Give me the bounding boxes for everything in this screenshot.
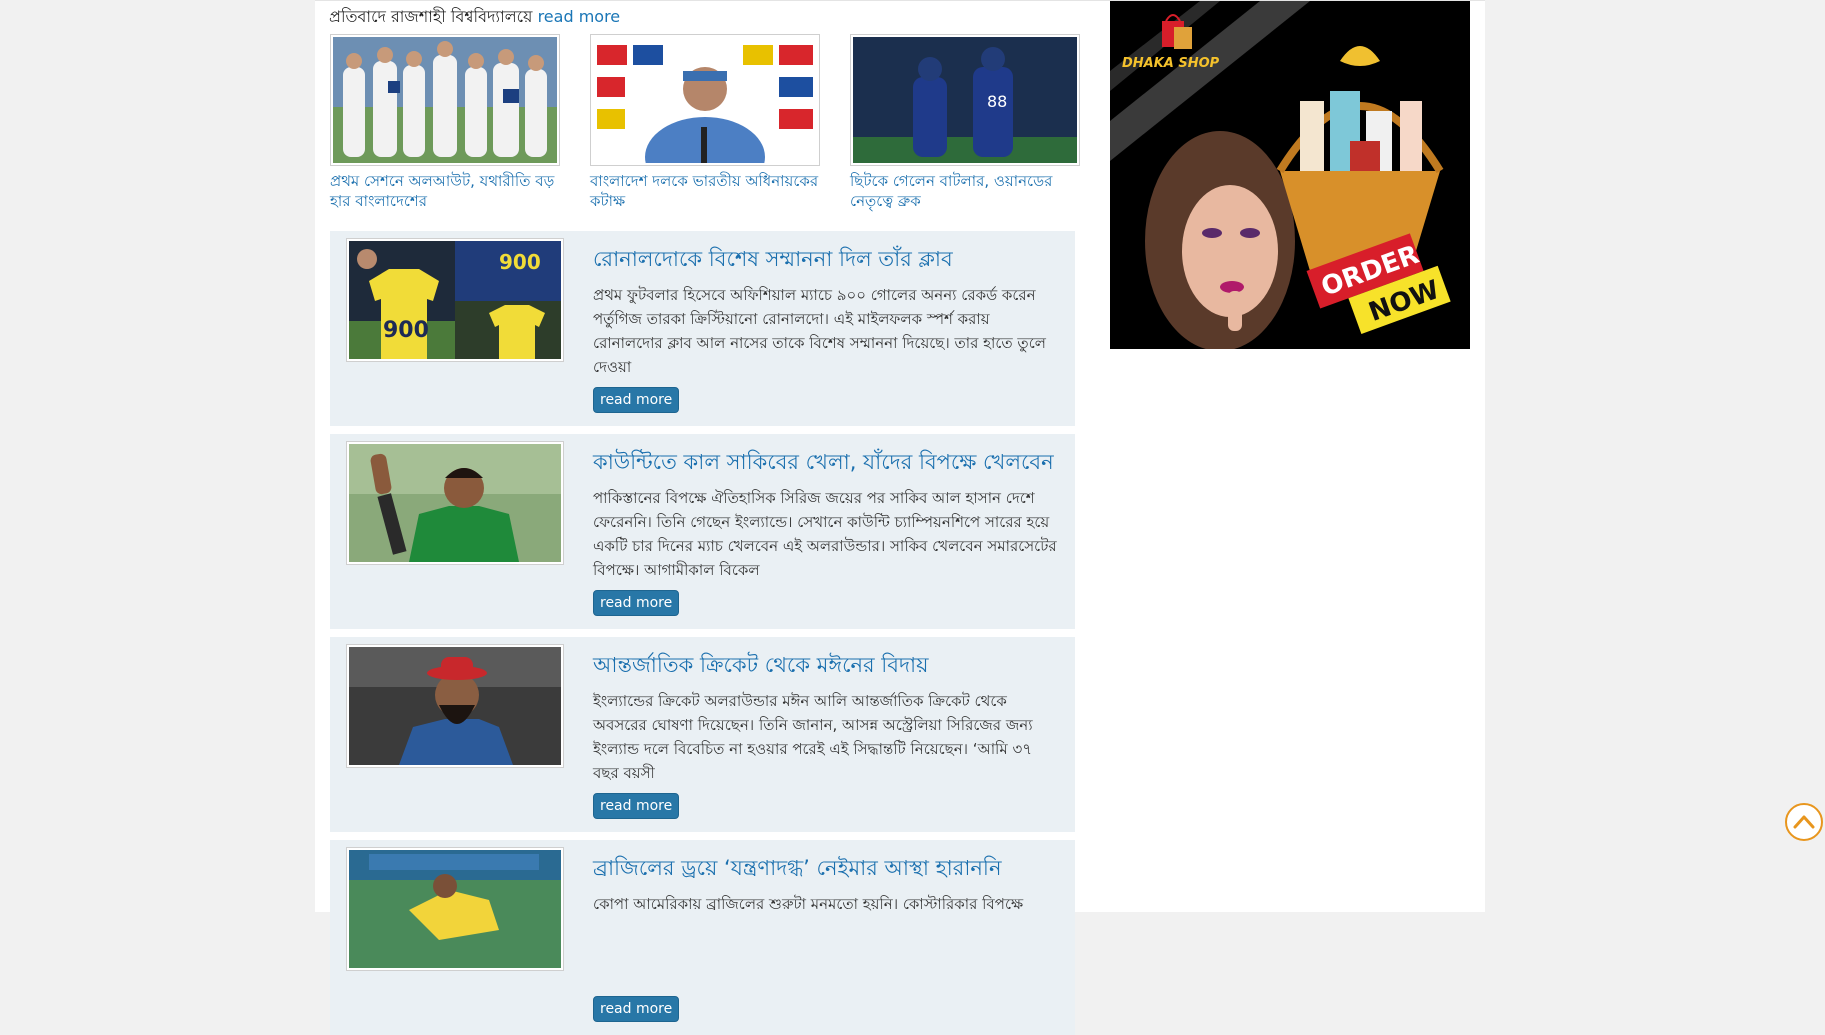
neymar-photo bbox=[349, 850, 561, 968]
read-more-button[interactable]: read more bbox=[593, 996, 680, 1022]
thumb-image[interactable]: 88 bbox=[850, 34, 1080, 166]
thumb-title[interactable]: বাংলাদেশ দলকে ভারতীয় অধিনায়কের কটাক্ষ bbox=[590, 171, 820, 211]
scroll-to-top-button[interactable] bbox=[1785, 803, 1823, 841]
news-title[interactable]: আন্তর্জাতিক ক্রিকেট থেকে মঈনের বিদায় bbox=[593, 649, 1065, 684]
top-line: প্রতিবাদে রাজশাহী বিশ্ববিদ্যালয়ে read m… bbox=[329, 4, 620, 31]
shakib-waving-photo bbox=[349, 444, 561, 562]
moeen-ali-photo bbox=[349, 647, 561, 765]
cricket-team-photo bbox=[333, 37, 557, 163]
advertisement-banner[interactable]: DHAKA SHOP ORDER NOW bbox=[1110, 1, 1470, 349]
read-more-button[interactable]: read more bbox=[593, 387, 680, 413]
news-title[interactable]: ব্রাজিলের ড্রয়ে ‘যন্ত্রণাদগ্ধ’ নেইমার আ… bbox=[593, 852, 1065, 887]
news-image[interactable]: 900 900 bbox=[346, 238, 564, 362]
news-image[interactable] bbox=[346, 847, 564, 971]
news-item: ব্রাজিলের ড্রয়ে ‘যন্ত্রণাদগ্ধ’ নেইমার আ… bbox=[330, 840, 1075, 1035]
thumb-card[interactable]: 88 ছিটকে গেলেন বাটলার, ওয়ানডের নেতৃত্বে… bbox=[850, 34, 1080, 211]
read-more-button[interactable]: read more bbox=[593, 793, 680, 819]
news-summary: পাকিস্তানের বিপক্ষে ঐতিহাসিক সিরিজ জয়ের… bbox=[593, 489, 1057, 579]
thumb-card[interactable]: বাংলাদেশ দলকে ভারতীয় অধিনায়কের কটাক্ষ bbox=[590, 34, 820, 211]
dhaka-shop-ad-graphic: DHAKA SHOP ORDER NOW bbox=[1110, 1, 1470, 349]
thumb-title[interactable]: প্রথম সেশনে অলআউট, যথারীতি বড় হার বাংলা… bbox=[330, 171, 560, 211]
news-title[interactable]: কাউন্টিতে কাল সাকিবের খেলা, যাঁদের বিপক্… bbox=[593, 446, 1065, 481]
svg-text:900: 900 bbox=[499, 250, 541, 274]
press-conference-photo bbox=[593, 37, 817, 163]
ad-brand: DHAKA SHOP bbox=[1122, 56, 1220, 71]
news-image[interactable] bbox=[346, 441, 564, 565]
news-image[interactable] bbox=[346, 644, 564, 768]
thumb-image[interactable] bbox=[330, 34, 560, 166]
chevron-up-icon bbox=[1793, 815, 1815, 829]
news-item: আন্তর্জাতিক ক্রিকেট থেকে মঈনের বিদায় ইং… bbox=[330, 637, 1075, 832]
news-item: 900 900 রোনালদোকে বিশেষ সম্মাননা দিল তাঁ… bbox=[330, 231, 1075, 426]
top-line-read-more-link[interactable]: read more bbox=[538, 7, 621, 26]
top-line-text: প্রতিবাদে রাজশাহী বিশ্ববিদ্যালয়ে bbox=[329, 7, 533, 26]
england-batters-photo: 88 bbox=[853, 37, 1077, 163]
ronaldo-jersey-photo: 900 900 bbox=[349, 241, 561, 359]
thumb-title[interactable]: ছিটকে গেলেন বাটলার, ওয়ানডের নেতৃত্বে ব্… bbox=[850, 171, 1080, 211]
news-summary: কোপা আমেরিকায় ব্রাজিলের শুরুটা মনমতো হয… bbox=[593, 895, 1024, 913]
read-more-button[interactable]: read more bbox=[593, 590, 680, 616]
news-title[interactable]: রোনালদোকে বিশেষ সম্মাননা দিল তাঁর ক্লাব bbox=[593, 243, 1065, 278]
thumb-card[interactable]: প্রথম সেশনে অলআউট, যথারীতি বড় হার বাংলা… bbox=[330, 34, 560, 211]
news-summary: ইংল্যান্ডের ক্রিকেট অলরাউন্ডার মঈন আলি আ… bbox=[593, 692, 1033, 782]
news-summary: প্রথম ফুটবলার হিসেবে অফিশিয়াল ম্যাচে ৯০… bbox=[593, 286, 1046, 376]
svg-text:88: 88 bbox=[987, 92, 1007, 111]
thumb-image[interactable] bbox=[590, 34, 820, 166]
svg-text:900: 900 bbox=[383, 318, 429, 343]
news-item: কাউন্টিতে কাল সাকিবের খেলা, যাঁদের বিপক্… bbox=[330, 434, 1075, 629]
